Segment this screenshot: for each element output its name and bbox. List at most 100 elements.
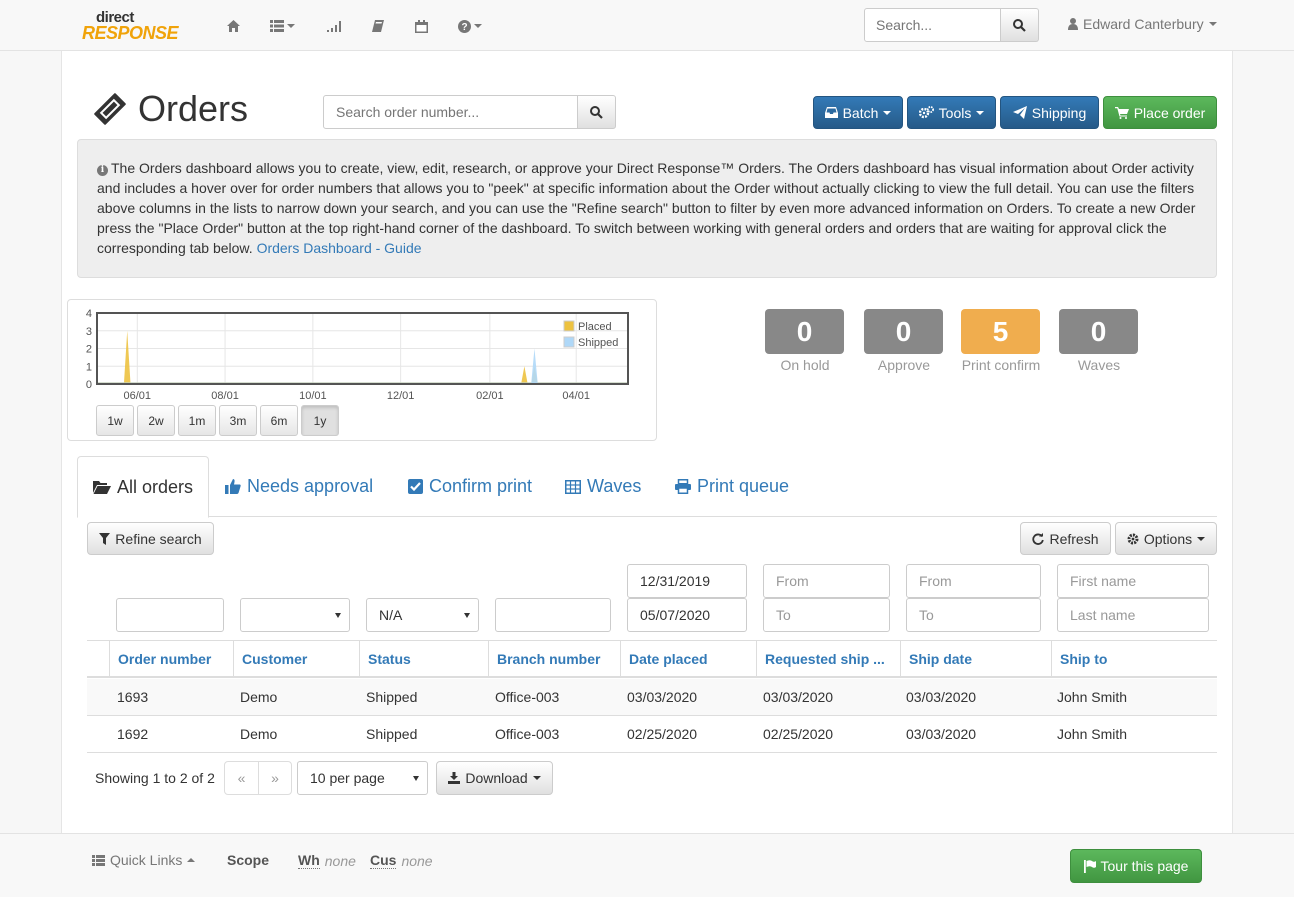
question-icon[interactable]: ? <box>458 16 482 36</box>
pagination: « » <box>224 761 292 795</box>
user-icon <box>1068 18 1078 30</box>
quick-links-label: Quick Links <box>110 852 183 868</box>
order-search-button[interactable] <box>578 95 616 129</box>
range-button-3m[interactable]: 3m <box>219 405 257 436</box>
signal-icon[interactable] <box>327 16 342 36</box>
refresh-icon <box>1032 532 1045 545</box>
order-search-input[interactable] <box>323 95 578 129</box>
tab-confirm-print[interactable]: Confirm print <box>408 456 532 517</box>
stat-waves[interactable]: 0 Waves <box>1059 309 1139 375</box>
x-tick-label: 02/01 <box>476 390 504 402</box>
branch-number-filter[interactable] <box>495 598 611 632</box>
requested-ship-from-field[interactable]: From <box>763 564 890 598</box>
tab-all-orders[interactable]: All orders <box>77 456 210 518</box>
place-order-button[interactable]: Place order <box>1103 96 1217 129</box>
header-branch-number[interactable]: Branch number <box>488 641 620 677</box>
stat-value: 5 <box>961 309 1040 354</box>
orders-guide-link[interactable]: Orders Dashboard - Guide <box>257 240 422 256</box>
prev-page-button[interactable]: « <box>225 762 258 794</box>
cell-requested-ship: 03/03/2020 <box>763 689 834 705</box>
range-button-2w[interactable]: 2w <box>137 405 175 436</box>
options-button[interactable]: Options <box>1115 522 1217 555</box>
info-panel: i The Orders dashboard allows you to crea… <box>77 139 1217 278</box>
tools-button[interactable]: Tools <box>907 96 996 129</box>
header-ship-to[interactable]: Ship to <box>1051 641 1217 677</box>
per-page-select[interactable]: 10 per page <box>297 761 428 795</box>
calendar-icon[interactable] <box>415 16 428 36</box>
orders-chart-panel: 06/01 08/01 10/01 12/01 02/01 04/01 0 1 2 3 4 Place… <box>67 299 657 441</box>
tour-page-button[interactable]: Tour this page <box>1070 849 1202 883</box>
user-menu[interactable]: Edward Canterbury <box>1068 16 1217 32</box>
range-button-1y[interactable]: 1y <box>301 405 339 436</box>
ship-date-to-field[interactable]: To <box>906 598 1041 632</box>
quick-links-menu[interactable]: Quick Links <box>92 852 196 868</box>
book-icon[interactable] <box>372 16 384 36</box>
refresh-label: Refresh <box>1049 530 1099 547</box>
cell-branch: Office-003 <box>495 726 560 742</box>
stat-value: 0 <box>765 309 844 354</box>
requested-ship-to-field[interactable]: To <box>763 598 890 632</box>
header-requested-ship[interactable]: Requested ship ... <box>756 641 900 677</box>
global-search <box>864 8 1039 42</box>
order-number-link[interactable]: 1693 <box>117 679 148 715</box>
date-placed-to-field[interactable]: 05/07/2020 <box>627 598 747 632</box>
header-date-placed[interactable]: Date placed <box>620 641 756 677</box>
chevron-down-icon <box>413 776 419 781</box>
customer-filter[interactable] <box>240 598 350 632</box>
print-icon <box>675 479 691 494</box>
refresh-button[interactable]: Refresh <box>1020 522 1111 555</box>
tab-label: Confirm print <box>429 476 533 496</box>
stat-on-hold[interactable]: 0 On hold <box>765 309 845 375</box>
global-search-input[interactable] <box>864 8 1001 42</box>
header-order-number[interactable]: Order number <box>109 641 233 677</box>
tab-waves[interactable]: Waves <box>565 456 641 517</box>
chart-range-buttons: 1w 2w 1m 3m 6m 1y <box>96 405 339 436</box>
next-page-button[interactable]: » <box>258 762 291 794</box>
header-ship-date[interactable]: Ship date <box>900 641 1051 677</box>
header-customer[interactable]: Customer <box>233 641 359 677</box>
cell-date-placed: 02/25/2020 <box>627 726 698 742</box>
header-status[interactable]: Status <box>359 641 488 677</box>
status-filter[interactable]: N/A <box>366 598 479 632</box>
global-search-button[interactable] <box>1001 8 1039 42</box>
order-number-link[interactable]: 1692 <box>117 716 148 752</box>
first-name-field[interactable]: First name <box>1057 564 1209 598</box>
list-icon[interactable] <box>270 16 295 36</box>
ship-date-from-field[interactable]: From <box>906 564 1041 598</box>
stat-approve[interactable]: 0 Approve <box>864 309 944 375</box>
shipping-button[interactable]: Shipping <box>1000 96 1099 129</box>
paper-plane-icon <box>1012 106 1027 119</box>
last-name-field[interactable]: Last name <box>1057 598 1209 632</box>
order-tabs: All orders Needs approval Confirm print … <box>77 456 1217 518</box>
range-button-1w[interactable]: 1w <box>96 405 134 436</box>
refine-search-button[interactable]: Refine search <box>87 522 214 555</box>
tab-print-queue[interactable]: Print queue <box>675 456 789 517</box>
chevron-down-icon <box>335 613 341 618</box>
customer-scope[interactable]: Cus none <box>370 852 433 869</box>
tab-label: Needs approval <box>247 476 374 496</box>
tab-needs-approval[interactable]: Needs approval <box>225 456 373 517</box>
stat-print-confirm[interactable]: 5 Print confirm <box>961 309 1041 375</box>
stat-label: Approve <box>877 357 931 373</box>
range-button-6m[interactable]: 6m <box>260 405 298 436</box>
download-button[interactable]: Download <box>436 761 553 795</box>
tour-label: Tour this page <box>1100 858 1189 874</box>
legend-swatch <box>563 320 575 332</box>
inbox-icon <box>824 107 838 118</box>
batch-button[interactable]: Batch <box>813 96 903 129</box>
chevron-down-icon <box>474 24 482 28</box>
order-number-filter[interactable] <box>116 598 224 632</box>
cell-branch: Office-003 <box>495 689 560 705</box>
cell-ship-to: John Smith <box>1057 689 1128 705</box>
y-tick-label: 1 <box>86 361 92 373</box>
warehouse-scope[interactable]: Wh none <box>298 852 356 869</box>
cell-ship-to: John Smith <box>1057 726 1128 742</box>
wh-value: none <box>324 852 356 869</box>
cus-label: Cus <box>370 852 397 869</box>
brand-logo[interactable]: direct RESPONSE <box>82 9 190 43</box>
home-icon[interactable] <box>227 16 240 36</box>
y-tick-label: 2 <box>86 344 92 356</box>
download-icon <box>448 772 461 784</box>
date-placed-from-field[interactable]: 12/31/2019 <box>627 564 747 598</box>
range-button-1m[interactable]: 1m <box>178 405 216 436</box>
